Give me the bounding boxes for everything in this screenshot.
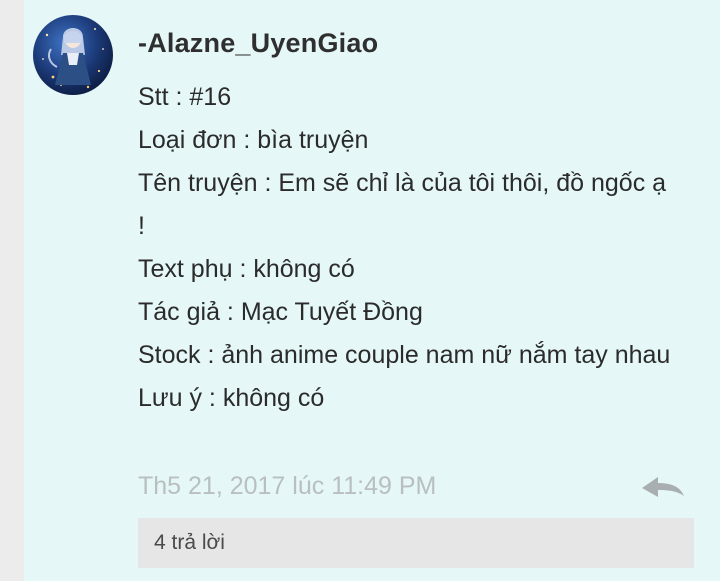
comment-line-story-name: Tên truyện : Em sẽ chỉ là của tôi thôi, … <box>138 169 667 240</box>
comment-body: Stt : #16 Loại đơn : bìa truyện Tên truy… <box>138 76 678 420</box>
comment-line-stt: Stt : #16 <box>138 83 232 111</box>
comment-line-stock: Stock : ảnh anime couple nam nữ nắm tay … <box>138 341 671 369</box>
comment-line-note: Lưu ý : không có <box>138 384 325 412</box>
replies-count-label: 4 trả lời <box>154 531 225 554</box>
left-margin-strip <box>0 0 24 581</box>
comment-timestamp: Th5 21, 2017 lúc 11:49 PM <box>138 472 437 500</box>
avatar-image <box>42 28 104 89</box>
comment-username[interactable]: -Alazne_UyenGiao <box>138 28 378 59</box>
comment-line-extra-text: Text phụ : không có <box>138 255 355 283</box>
comment-line-author: Tác giả : Mạc Tuyết Đồng <box>138 298 423 326</box>
view-replies-button[interactable]: 4 trả lời <box>138 518 694 568</box>
reply-arrow-icon[interactable] <box>640 474 688 502</box>
comment-line-order-type: Loại đơn : bìa truyện <box>138 126 369 154</box>
avatar[interactable] <box>33 15 113 95</box>
